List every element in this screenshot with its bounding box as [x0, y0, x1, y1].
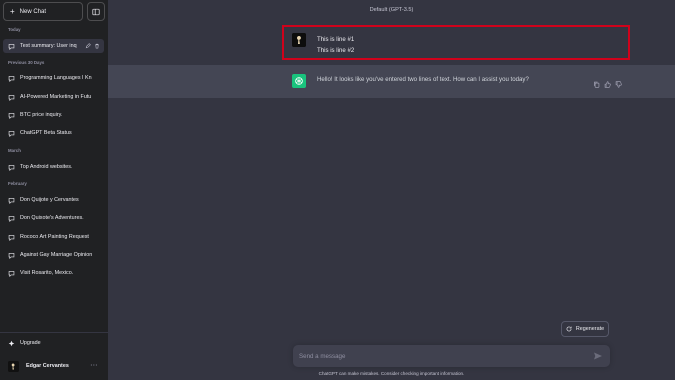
section-label-today: Today — [8, 27, 21, 32]
user-message: This is line #1 This is line #2 — [108, 22, 675, 64]
section-label-february: February — [8, 181, 27, 186]
refresh-icon — [566, 326, 572, 332]
sidebar-toggle-button[interactable] — [87, 2, 105, 21]
chat-item-label: Don Quijote y Cervantes — [20, 197, 79, 203]
section-label-previous-30: Previous 30 Days — [8, 60, 45, 65]
send-icon[interactable] — [593, 351, 603, 361]
chat-item-label: Top Android websites. — [20, 164, 73, 170]
chat-item[interactable]: BTC price inquiry. — [3, 108, 104, 122]
chat-bubble-icon — [8, 164, 15, 171]
chat-item[interactable]: Rococo Art Painting Request — [3, 230, 104, 244]
sidebar-toggle-icon — [92, 8, 100, 15]
user-message-line: This is line #1 — [317, 36, 355, 43]
upgrade-label: Upgrade — [20, 340, 41, 346]
chat-item[interactable]: Programming Languages I Kn — [3, 71, 104, 85]
chat-item[interactable]: Don Quixote's Adventures. — [3, 211, 104, 225]
thumbs-down-icon[interactable] — [615, 75, 622, 88]
message-actions — [593, 75, 622, 88]
chat-bubble-icon — [8, 234, 15, 241]
chat-item-label: BTC price inquiry. — [20, 112, 63, 118]
chat-item[interactable]: AI-Powered Marketing in Futu — [3, 90, 104, 104]
chat-bubble-icon — [8, 252, 15, 259]
new-chat-button[interactable]: + New Chat — [3, 2, 83, 21]
chat-bubble-icon — [8, 75, 15, 82]
chat-bubble-icon — [8, 43, 15, 50]
trash-icon[interactable] — [94, 43, 100, 49]
chat-item-label: Text summary: User inq — [20, 43, 77, 49]
section-label-march: March — [8, 148, 21, 153]
user-name: Edgar Cervantes — [26, 363, 69, 369]
chat-bubble-icon — [8, 215, 15, 222]
upgrade-icon — [8, 340, 15, 346]
new-chat-row: + New Chat — [3, 2, 105, 21]
sidebar: + New Chat Today Text summary: User inq … — [0, 0, 108, 380]
chat-bubble-icon — [8, 270, 15, 277]
chat-item[interactable]: Visit Rosarito, Mexico. — [3, 266, 104, 280]
assistant-message: Hello! It looks like you've entered two … — [108, 65, 675, 98]
upgrade-button[interactable]: Upgrade — [3, 336, 104, 350]
more-icon[interactable]: ··· — [91, 363, 99, 369]
avatar — [8, 360, 19, 372]
assistant-message-text: Hello! It looks like you've entered two … — [317, 76, 529, 83]
chat-item-label: Against Gay Marriage Opinion — [20, 252, 93, 258]
thumbs-up-icon[interactable] — [604, 75, 611, 88]
chat-item-label: Programming Languages I Kn — [20, 75, 92, 81]
chat-item-label: AI-Powered Marketing in Futu — [20, 94, 92, 100]
chat-item[interactable]: ChatGPT Beta Status — [3, 126, 104, 140]
chat-item[interactable]: Text summary: User inq — [3, 39, 104, 53]
gpt-logo-icon — [292, 74, 306, 88]
chat-item[interactable]: Against Gay Marriage Opinion — [3, 248, 104, 262]
chat-item-label: Don Quixote's Adventures. — [20, 215, 84, 221]
message-input-box — [293, 345, 610, 367]
chat-item[interactable]: Don Quijote y Cervantes — [3, 193, 104, 207]
chat-bubble-icon — [8, 94, 15, 101]
avatar — [292, 33, 306, 47]
chat-item[interactable]: Top Android websites. — [3, 160, 104, 174]
user-message-text: This is line #1 This is line #2 — [317, 34, 354, 56]
regenerate-button[interactable]: Regenerate — [561, 321, 609, 337]
user-menu-button[interactable]: Edgar Cervantes ··· — [3, 358, 104, 374]
new-chat-label: New Chat — [19, 8, 47, 15]
user-message-line: This is line #2 — [317, 47, 355, 54]
regenerate-label: Regenerate — [575, 326, 605, 332]
copy-icon[interactable] — [593, 75, 600, 88]
chat-item-label: ChatGPT Beta Status — [20, 130, 72, 136]
chat-item-label: Visit Rosarito, Mexico. — [20, 270, 74, 276]
chat-item-label: Rococo Art Painting Request — [20, 234, 89, 240]
chat-bubble-icon — [8, 112, 15, 119]
plus-icon: + — [10, 6, 15, 16]
main-panel: Default (GPT-3.5) This is line #1 This i… — [108, 0, 675, 380]
model-title[interactable]: Default (GPT-3.5) — [108, 7, 675, 13]
disclaimer: ChatGPT can make mistakes. Consider chec… — [318, 371, 465, 376]
edit-icon[interactable] — [85, 43, 91, 49]
sidebar-footer-divider — [0, 332, 108, 333]
chat-bubble-icon — [8, 197, 15, 204]
chat-bubble-icon — [8, 130, 15, 137]
message-input[interactable] — [299, 345, 579, 367]
